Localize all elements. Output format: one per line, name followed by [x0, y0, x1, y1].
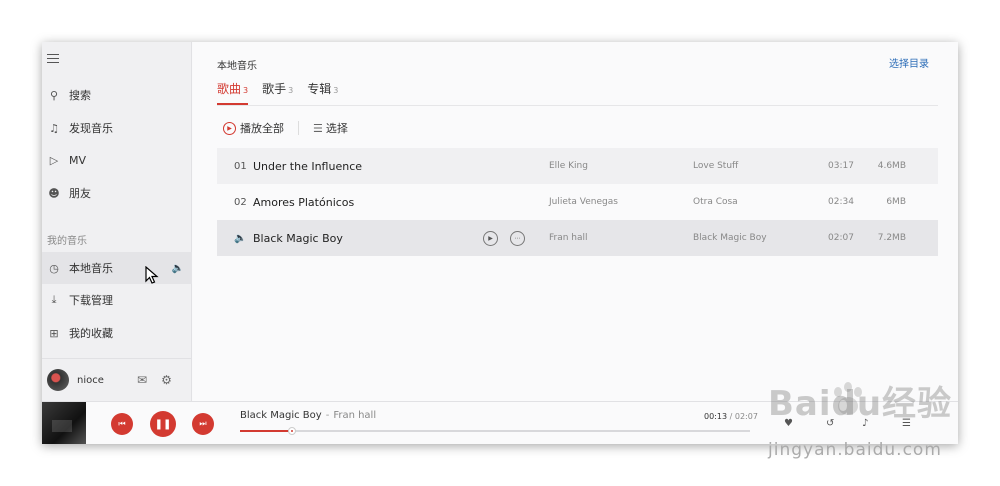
previous-icon: ⏮	[118, 419, 126, 428]
sidebar-item-label: 本地音乐	[69, 262, 113, 275]
table-row[interactable]: 01 Under the Influence Elle King Love St…	[217, 148, 938, 184]
select-directory-link[interactable]: 选择目录	[889, 55, 929, 70]
song-title: Under the Influence	[253, 159, 363, 173]
table-row[interactable]: 02 Amores Platónicos Julieta Venegas Otr…	[217, 184, 938, 220]
now-playing-title: Black Magic Boy	[240, 410, 322, 421]
tab-count: 3	[243, 86, 249, 95]
progress-fill	[240, 430, 293, 432]
progress-handle[interactable]	[288, 427, 297, 435]
now-playing-artist[interactable]: Fran hall	[333, 410, 376, 421]
previous-button[interactable]: ⏮	[111, 413, 133, 435]
music-note-icon: ♫	[49, 121, 59, 135]
sidebar-item-favorites[interactable]: ⊞ 我的收藏	[42, 317, 192, 349]
now-playing: Black Magic Boy - Fran hall	[240, 410, 376, 421]
sidebar-item-label: 我的收藏	[69, 327, 113, 340]
play-circle-icon: ▶	[223, 121, 236, 135]
song-album[interactable]: Otra Cosa	[693, 197, 738, 207]
song-size: 6MB	[886, 197, 906, 207]
song-artist[interactable]: Julieta Venegas	[549, 197, 618, 207]
tab-label: 歌手	[262, 82, 287, 96]
list-select-icon: ☰	[313, 121, 323, 135]
sidebar: ⚲ 搜索 ♫ 发现音乐 ▷ MV ☻ 朋友 我的音乐 ◷ 本地音乐 🔈 ⤓ 下载…	[42, 42, 192, 401]
mouse-cursor-icon	[145, 266, 159, 284]
pause-button[interactable]: ❚❚	[150, 411, 176, 437]
song-duration: 02:07	[828, 233, 854, 243]
tab-albums[interactable]: 专辑 3	[307, 80, 338, 105]
album-cover[interactable]	[42, 402, 86, 444]
speaker-icon: 🔈	[171, 262, 184, 274]
video-icon: ▷	[49, 153, 59, 167]
song-title: Black Magic Boy	[253, 231, 343, 245]
friends-icon: ☻	[48, 186, 60, 200]
tab-count: 3	[288, 86, 294, 95]
sidebar-item-label: 发现音乐	[69, 122, 113, 135]
song-album[interactable]: Black Magic Boy	[693, 233, 767, 243]
user-name[interactable]: nioce	[77, 375, 137, 386]
next-button[interactable]: ⏭	[192, 413, 214, 435]
time-slash: /	[729, 412, 733, 421]
clock-icon: ◷	[49, 261, 59, 275]
sidebar-item-label: 搜索	[69, 89, 91, 102]
watermark-logo: Baidu经验	[768, 384, 953, 424]
total-time: 02:07	[734, 412, 758, 421]
mail-icon[interactable]: ✉	[137, 373, 147, 387]
menu-icon[interactable]	[47, 54, 59, 64]
page-title: 本地音乐	[217, 61, 257, 72]
gear-icon[interactable]: ⚙	[161, 373, 172, 387]
track-number: 02	[234, 196, 247, 208]
tabs-divider	[217, 105, 938, 106]
watermark-url: jingyan.baidu.com	[768, 440, 942, 460]
tabs: 歌曲 3 歌手 3 专辑 3	[217, 80, 338, 105]
row-actions: ▶ ⋯	[483, 230, 525, 246]
sidebar-item-label: MV	[69, 153, 87, 167]
divider	[298, 121, 299, 135]
track-number: 01	[234, 160, 247, 172]
sidebar-item-discover[interactable]: ♫ 发现音乐	[42, 112, 192, 144]
select-button[interactable]: 选择	[326, 120, 348, 136]
progress-bar[interactable]	[240, 427, 750, 435]
user-row: nioce ✉ ⚙	[42, 358, 192, 401]
song-artist[interactable]: Fran hall	[549, 233, 588, 243]
sidebar-item-mv[interactable]: ▷ MV	[42, 144, 192, 176]
pause-icon: ❚❚	[154, 418, 172, 430]
speaker-icon: 🔈	[234, 232, 247, 244]
sidebar-item-downloads[interactable]: ⤓ 下载管理	[42, 284, 192, 316]
tab-artists[interactable]: 歌手 3	[262, 80, 293, 105]
sidebar-item-local-music[interactable]: ◷ 本地音乐 🔈	[42, 252, 192, 284]
favorites-icon: ⊞	[49, 326, 59, 340]
download-icon: ⤓	[51, 293, 57, 306]
sidebar-item-friends[interactable]: ☻ 朋友	[42, 177, 192, 209]
sidebar-item-label: 朋友	[69, 187, 91, 200]
play-all-button[interactable]: 播放全部	[240, 120, 284, 136]
main-panel: 本地音乐 选择目录 歌曲 3 歌手 3 专辑 3 ▶ 播放全部 ☰ 选择 01 Und…	[193, 42, 958, 401]
song-size: 4.6MB	[877, 161, 906, 171]
song-duration: 02:34	[828, 197, 854, 207]
sidebar-item-search[interactable]: ⚲ 搜索	[42, 79, 192, 111]
avatar[interactable]	[47, 369, 69, 391]
song-table: 01 Under the Influence Elle King Love St…	[217, 148, 938, 256]
elapsed-time: 00:13	[704, 412, 728, 421]
now-playing-separator: -	[325, 410, 330, 421]
song-size: 7.2MB	[877, 233, 906, 243]
play-icon[interactable]: ▶	[483, 230, 498, 246]
more-icon[interactable]: ⋯	[510, 230, 525, 246]
tab-count: 3	[333, 86, 339, 95]
playback-time: 00:13 / 02:07	[704, 412, 758, 421]
tab-label: 专辑	[307, 82, 332, 96]
song-title: Amores Platónicos	[253, 195, 355, 209]
sidebar-section-title: 我的音乐	[47, 236, 87, 247]
next-icon: ⏭	[199, 419, 207, 428]
tab-label: 歌曲	[217, 82, 242, 96]
table-row[interactable]: 🔈 Black Magic Boy ▶ ⋯ Fran hall Black Ma…	[217, 220, 938, 256]
tab-songs[interactable]: 歌曲 3	[217, 80, 249, 105]
song-duration: 03:17	[828, 161, 854, 171]
song-album[interactable]: Love Stuff	[693, 161, 738, 171]
action-bar: ▶ 播放全部 ☰ 选择	[223, 120, 348, 136]
search-icon: ⚲	[49, 88, 59, 102]
sidebar-item-label: 下载管理	[69, 294, 113, 307]
song-artist[interactable]: Elle King	[549, 161, 588, 171]
